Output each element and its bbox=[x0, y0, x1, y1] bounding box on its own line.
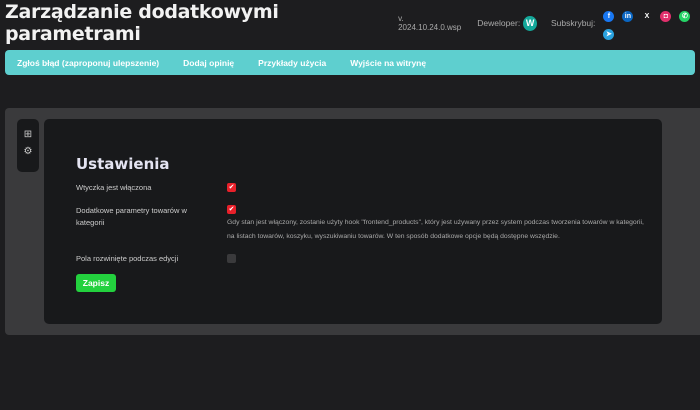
nav-report-bug[interactable]: Zgłoś błąd (zaproponuj ulepszenie) bbox=[17, 58, 159, 68]
expanded-fields-checkbox[interactable] bbox=[227, 254, 236, 263]
settings-card: Ustawienia Wtyczka jest włączona ✔ Dodat… bbox=[44, 119, 662, 324]
table-icon[interactable]: ⊞ bbox=[24, 129, 32, 140]
developer-logo-icon[interactable]: W bbox=[523, 15, 537, 31]
category-params-checkbox[interactable]: ✔ bbox=[227, 205, 236, 214]
developer-label: Deweloper: bbox=[477, 18, 521, 28]
facebook-icon[interactable]: f bbox=[603, 11, 615, 22]
instagram-icon[interactable]: ◘ bbox=[660, 11, 672, 22]
nav-add-review[interactable]: Dodaj opinię bbox=[183, 58, 234, 68]
plugin-enabled-label: Wtyczka jest włączona bbox=[76, 183, 152, 192]
header: Zarządzanie dodatkowymi parametrami v. 2… bbox=[5, 1, 700, 45]
nav-examples[interactable]: Przykłady użycia bbox=[258, 58, 326, 68]
category-params-label: Dodatkowe parametry towarów w kategorii bbox=[76, 206, 187, 227]
subscribe-label: Subskrybuj: bbox=[551, 18, 596, 28]
whatsapp-icon[interactable]: ✆ bbox=[679, 10, 691, 22]
page-title: Zarządzanie dodatkowymi parametrami bbox=[5, 1, 279, 45]
nav-exit-to-site[interactable]: Wyjście na witrynę bbox=[350, 58, 426, 68]
gear-icon[interactable]: ⚙ bbox=[24, 146, 33, 157]
category-params-help: Gdy stan jest włączony, zostanie użyty h… bbox=[227, 219, 644, 240]
save-button[interactable]: Zapisz bbox=[76, 274, 116, 292]
side-menu: ⊞ ⚙ bbox=[17, 119, 39, 172]
nav-bar: Zgłoś błąd (zaproponuj ulepszenie) Dodaj… bbox=[5, 50, 695, 75]
telegram-icon[interactable]: ➤ bbox=[603, 28, 615, 40]
x-icon[interactable]: X bbox=[641, 11, 652, 22]
plugin-enabled-checkbox[interactable]: ✔ bbox=[227, 183, 236, 192]
linkedin-icon[interactable]: in bbox=[622, 11, 634, 22]
version: v. 2024.10.24.0.wsp bbox=[398, 14, 462, 32]
settings-title: Ustawienia bbox=[76, 155, 170, 173]
expanded-fields-label: Pola rozwinięte podczas edycji bbox=[76, 254, 179, 263]
